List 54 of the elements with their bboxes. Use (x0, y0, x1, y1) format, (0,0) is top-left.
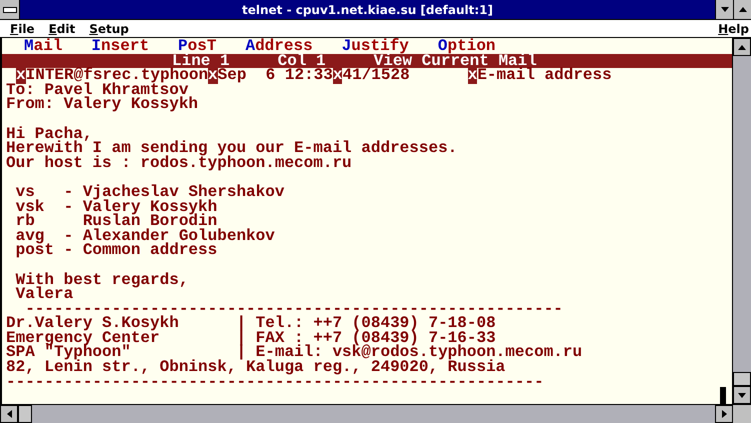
up-triangle-icon (738, 7, 746, 12)
message-line: Our host is : rodos.typhoon.mecom.ru (6, 156, 353, 170)
horizontal-scrollbar[interactable] (0, 404, 751, 423)
scroll-left-button[interactable] (0, 405, 18, 423)
up-triangle-icon (738, 44, 746, 50)
header-field: Sep 6 12:33 (218, 66, 333, 84)
control-menu-button[interactable] (0, 0, 20, 19)
help-menu[interactable]: Help (718, 22, 749, 36)
message-line: vs - Vjacheslav Shershakov (14, 184, 286, 200)
pine-menu-item[interactable]: Mail (24, 39, 62, 54)
bar-icon (2, 6, 16, 12)
message-line: -------------------------------------------------------- (25, 302, 564, 316)
scroll-down-button[interactable] (733, 386, 751, 404)
menu-item[interactable]: Setup (89, 22, 129, 36)
pine-menu-item[interactable]: Justify (342, 39, 409, 54)
message-line: Dr.Valery S.Kosykh | Tel.: ++7 (08439) 7-18-08 (6, 316, 497, 331)
minimize-button[interactable] (715, 0, 733, 19)
field-marker: x (16, 66, 26, 84)
pine-menu-item[interactable]: Address (245, 39, 313, 54)
menu-item[interactable]: Edit (48, 22, 76, 36)
message-line: 82, Lenin str., Obninsk, Kaluga reg., 249020, Russia (6, 360, 506, 375)
field-marker: x (208, 66, 218, 84)
message-line: avg - Alexander Golubenkov (14, 228, 276, 244)
message-line: Emergency Center | FAX : ++7 (08439) 7-16-33 (6, 330, 496, 346)
scroll-thumb[interactable] (18, 405, 32, 423)
menu-item[interactable]: File (10, 22, 35, 36)
message-line: vsk - Valery Kossykh (14, 200, 218, 214)
window-title: telnet - cpuv1.net.kiae.su [default:1] (240, 2, 494, 16)
pine-menu-item[interactable]: Option (438, 39, 496, 54)
header-field: 41/1528 (342, 66, 410, 84)
message-line: To: Pavel Khramtsov (6, 82, 188, 98)
pine-menu-item[interactable]: Insert (91, 39, 150, 54)
scroll-right-button[interactable] (715, 405, 733, 423)
pine-menu-item[interactable]: PosT (178, 39, 216, 54)
left-triangle-icon (6, 410, 12, 418)
message-line: -------------------------------------------------------- (6, 374, 545, 390)
message-line: post - Common address (14, 243, 218, 258)
scroll-thumb[interactable] (733, 372, 751, 386)
right-triangle-icon (722, 410, 726, 418)
message-line: SPA "Typhoon" | E-mail: vsk@rodos.typhoon.mecom.ru (6, 345, 584, 360)
message-line: From: Valery Kossykh (6, 97, 200, 112)
field-marker: x (332, 66, 342, 84)
message-line: Valera (14, 287, 74, 302)
scroll-up-button[interactable] (733, 38, 751, 56)
maximize-button[interactable] (733, 0, 751, 19)
message-line: With best regards, (14, 272, 190, 288)
field-marker: x (468, 66, 478, 84)
down-triangle-icon (738, 392, 746, 398)
down-triangle-icon (720, 7, 728, 12)
message-line: Herewith I am sending you our E-mail addresses. (6, 141, 458, 156)
vertical-scrollbar[interactable] (732, 38, 751, 404)
header-field: E-mail address (477, 66, 612, 84)
message-line: Hi Pacha, (6, 126, 94, 142)
message-line: rb Ruslan Borodin (14, 214, 218, 229)
